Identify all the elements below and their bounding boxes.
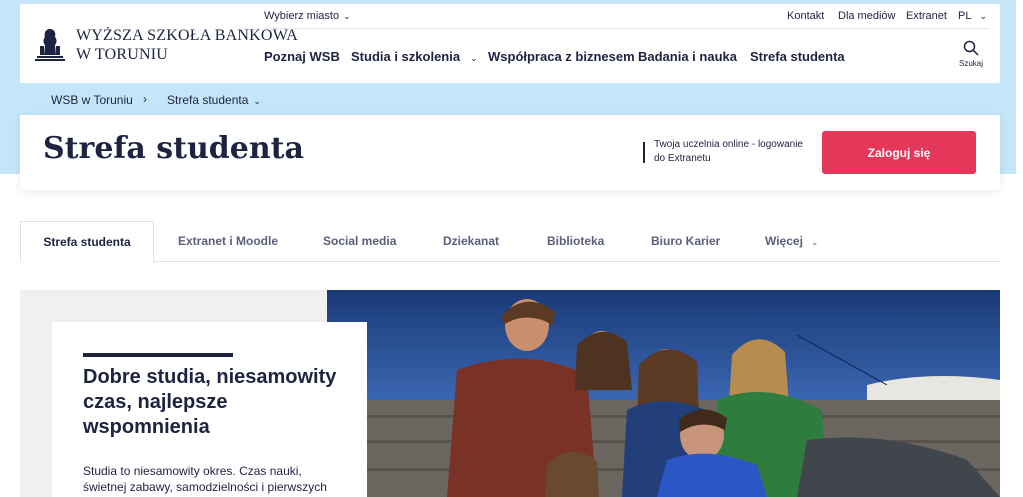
nav-item-studia-label: Studia i szkolenia bbox=[351, 49, 461, 64]
tab-biblioteka[interactable]: Biblioteka bbox=[547, 221, 604, 262]
university-emblem-icon bbox=[35, 29, 65, 61]
chevron-down-icon: ⌄ bbox=[253, 96, 261, 106]
hero-text: Studia to niesamowity okres. Czas nauki,… bbox=[83, 464, 327, 497]
login-button[interactable]: Zaloguj się bbox=[822, 131, 976, 174]
logo-text-line1: WYŻSZA SZKOŁA BANKOWA bbox=[76, 27, 298, 44]
breadcrumb-separator-icon: › bbox=[143, 92, 147, 106]
tab-dziekanat[interactable]: Dziekanat bbox=[443, 221, 499, 262]
chevron-down-icon: ⌄ bbox=[343, 11, 351, 21]
logo-text-line2: W TORUNIU bbox=[76, 46, 169, 63]
nav-item-wspolpraca[interactable]: Współpraca z biznesem bbox=[488, 49, 635, 64]
title-divider bbox=[643, 142, 645, 163]
header-divider bbox=[264, 28, 990, 29]
hero-accent-line bbox=[83, 353, 233, 357]
tab-wiecej[interactable]: Więcej ⌄ bbox=[765, 221, 818, 262]
chevron-down-icon: ⌄ bbox=[979, 11, 988, 21]
breadcrumb-home[interactable]: WSB w Toruniu bbox=[51, 93, 133, 107]
site-header: WYŻSZA SZKOŁA BANKOWA W TORUNIU Wybierz … bbox=[20, 4, 1000, 83]
tab-social-media[interactable]: Social media bbox=[323, 221, 396, 262]
site-logo[interactable]: WYŻSZA SZKOŁA BANKOWA W TORUNIU bbox=[34, 24, 298, 66]
tab-wiecej-label: Więcej bbox=[765, 234, 803, 248]
students-group-photo bbox=[327, 290, 1000, 497]
nav-item-studia[interactable]: Studia i szkolenia ⌄ bbox=[351, 49, 478, 64]
chevron-down-icon: ⌄ bbox=[470, 53, 478, 63]
city-selector-label: Wybierz miasto bbox=[264, 10, 340, 22]
city-selector[interactable]: Wybierz miasto ⌄ bbox=[264, 10, 351, 22]
hero-title: Dobre studia, niesamowity czas, najlepsz… bbox=[83, 366, 337, 438]
nav-item-strefa-studenta[interactable]: Strefa studenta bbox=[750, 49, 845, 64]
hero-card: Dobre studia, niesamowity czas, najlepsz… bbox=[52, 322, 367, 497]
breadcrumb-current-label: Strefa studenta bbox=[167, 93, 249, 107]
contact-link[interactable]: Kontakt bbox=[787, 10, 824, 22]
chevron-down-icon: ⌄ bbox=[810, 237, 819, 247]
tab-biuro-karier[interactable]: Biuro Karier bbox=[651, 221, 720, 262]
page-title: Strefa studenta bbox=[43, 131, 304, 166]
breadcrumb-current[interactable]: Strefa studenta ⌄ bbox=[167, 93, 261, 107]
login-description: Twoja uczelnia online - logowanie do Ext… bbox=[654, 139, 803, 164]
language-label: PL bbox=[958, 10, 972, 22]
media-link[interactable]: Dla mediów bbox=[838, 10, 895, 22]
nav-item-badania[interactable]: Badania i nauka bbox=[638, 49, 737, 64]
nav-item-poznaj-wsb[interactable]: Poznaj WSB bbox=[264, 49, 340, 64]
tab-strefa-studenta[interactable]: Strefa studenta bbox=[20, 221, 154, 263]
extranet-link[interactable]: Extranet bbox=[906, 10, 947, 22]
section-tabs: Strefa studenta Extranet i Moodle Social… bbox=[20, 221, 1000, 263]
language-selector[interactable]: PL ⌄ bbox=[958, 10, 987, 22]
search-button[interactable]: Szukaj bbox=[956, 40, 986, 74]
tab-extranet-moodle[interactable]: Extranet i Moodle bbox=[178, 221, 278, 262]
search-label: Szukaj bbox=[958, 59, 983, 68]
search-icon bbox=[963, 40, 979, 56]
title-card: Strefa studenta Twoja uczelnia online - … bbox=[20, 115, 1000, 190]
header-background-edge bbox=[1016, 0, 1023, 174]
